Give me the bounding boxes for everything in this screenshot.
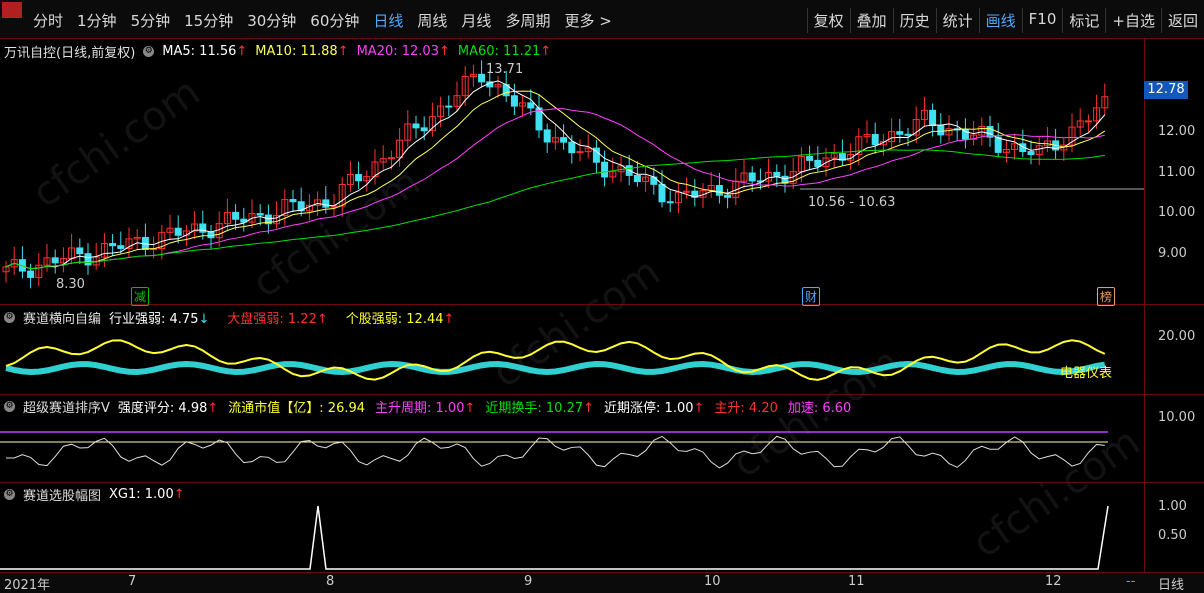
tool-button-4[interactable]: 画线: [978, 8, 1022, 33]
event-badge[interactable]: 榜: [1097, 287, 1116, 306]
candle-body: [929, 109, 937, 127]
candle-body: [904, 133, 912, 136]
score-line: [5, 435, 1105, 469]
candle-body: [51, 257, 59, 264]
x-axis-label: 7: [128, 574, 137, 589]
candle-body: [633, 174, 641, 183]
period-tab-9[interactable]: 多周期: [498, 10, 557, 31]
kline-chart[interactable]: [0, 38, 1144, 572]
sector-band: [5, 360, 1106, 376]
period-tab-0[interactable]: 分时: [26, 10, 70, 31]
candle-body: [256, 213, 264, 216]
period-tab-10[interactable]: 更多 >: [557, 10, 618, 31]
tool-button-2[interactable]: 历史: [892, 8, 936, 33]
tool-button-1[interactable]: 叠加: [849, 8, 893, 33]
range-label: 10.56 - 10.63: [808, 195, 896, 210]
tool-button-8[interactable]: 返回: [1160, 8, 1204, 33]
candle-body: [715, 185, 723, 196]
candle-body: [289, 199, 297, 203]
candle-body: [601, 161, 609, 178]
axis-tick: 0.50: [1158, 528, 1187, 543]
candle-body: [773, 171, 781, 177]
candle-body: [27, 270, 35, 278]
candle-body: [109, 243, 117, 247]
candle-body: [543, 129, 551, 143]
x-axis-label: 9: [524, 574, 533, 589]
price-axis: [1144, 38, 1204, 572]
x-axis-label: 8: [326, 574, 335, 589]
candle-body: [896, 131, 904, 135]
candle-body: [748, 172, 756, 182]
candle-body: [1027, 151, 1035, 156]
candle-body: [666, 201, 674, 204]
candle-body: [510, 95, 518, 107]
period-tab-6[interactable]: 日线: [366, 10, 410, 31]
period-tab-3[interactable]: 15分钟: [177, 10, 240, 31]
x-axis-label: 10: [704, 574, 721, 589]
x-axis-label: 12: [1045, 574, 1062, 589]
candle-body: [322, 199, 330, 208]
candle-body: [806, 155, 814, 161]
scroll-more-button[interactable]: --: [1126, 574, 1135, 589]
candle-body: [76, 247, 84, 255]
time-axis: [0, 572, 1204, 593]
candle-body: [994, 136, 1002, 153]
period-tab-1[interactable]: 1分钟: [70, 10, 124, 31]
candle-body: [445, 105, 453, 108]
axis-tick: 20.00: [1158, 329, 1196, 344]
period-tab-5[interactable]: 60分钟: [303, 10, 366, 31]
period-tab-4[interactable]: 30分钟: [240, 10, 303, 31]
axis-tick: 12.00: [1158, 124, 1196, 139]
event-badge[interactable]: 减: [131, 287, 150, 306]
candle-body: [871, 134, 879, 146]
period-tab-7[interactable]: 周线: [410, 10, 454, 31]
axis-tick: 10.00: [1158, 205, 1196, 220]
high-price-label: 13.71: [486, 62, 524, 77]
axis-tick: 1.00: [1158, 499, 1187, 514]
candle-body: [937, 125, 945, 136]
top-toolbar: 分时 1分钟 5分钟 15分钟 30分钟 60分钟 日线 周线 月线 多周期 更多 > 复权 叠加 历史…: [0, 0, 1204, 38]
x-axis-label: 2021年: [4, 578, 51, 593]
candle-body: [658, 183, 666, 203]
axis-tick: 9.00: [1158, 246, 1187, 261]
event-badge[interactable]: 财: [802, 287, 821, 306]
candle-body: [117, 245, 125, 249]
period-tab-8[interactable]: 月线: [454, 10, 498, 31]
candle-body: [412, 123, 420, 129]
tool-buttons: 复权 叠加 历史 统计 画线 F10 标记 +自选 返回: [806, 8, 1204, 33]
axis-tick: 11.00: [1158, 165, 1196, 180]
candle-body: [478, 73, 486, 83]
low-price-label: 8.30: [56, 277, 85, 292]
candle-body: [724, 194, 732, 198]
candle-body: [527, 102, 535, 109]
x-axis-label: 11: [848, 574, 865, 589]
ma-line: [5, 149, 1105, 270]
candle-body: [174, 227, 182, 236]
period-tabs: 分时 1分钟 5分钟 15分钟 30分钟 60分钟 日线 周线 月线 多周期 更多 >: [26, 10, 619, 31]
candle-body: [355, 174, 363, 182]
candle-body: [814, 159, 822, 167]
candle-body: [420, 127, 428, 132]
axis-tick: 10.00: [1158, 410, 1196, 425]
tool-button-6[interactable]: 标记: [1062, 8, 1105, 33]
tool-button-0[interactable]: 复权: [806, 8, 850, 33]
candle-body: [1084, 120, 1092, 123]
period-indicator[interactable]: 日线: [1158, 574, 1184, 593]
candle-body: [84, 253, 92, 266]
window-control-icon[interactable]: [2, 2, 22, 18]
tool-button-5[interactable]: F10: [1021, 8, 1063, 33]
candle-body: [387, 157, 395, 160]
signal-line: [0, 505, 1109, 570]
tool-button-7[interactable]: +自选: [1105, 8, 1161, 33]
candle-body: [568, 141, 576, 154]
sector-note: 电器仪表: [1060, 366, 1113, 381]
period-tab-2[interactable]: 5分钟: [124, 10, 178, 31]
current-price-tag: 12.78: [1144, 81, 1188, 99]
tool-button-3[interactable]: 统计: [935, 8, 979, 33]
ma-line: [5, 90, 1106, 270]
candle-body: [560, 137, 568, 143]
candle-body: [232, 211, 240, 220]
